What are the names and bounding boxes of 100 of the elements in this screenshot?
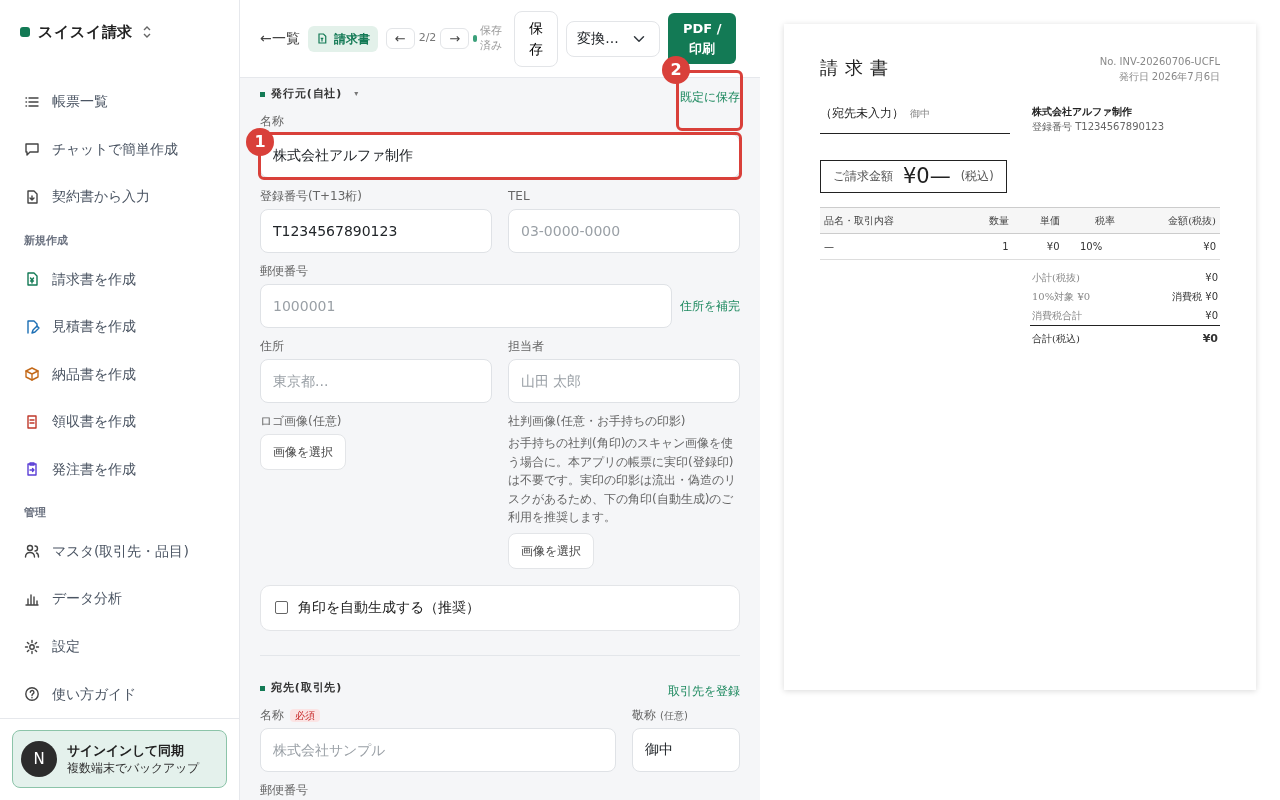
page-counter: 2/2 (418, 30, 437, 47)
section-action-link[interactable]: 取引先を登録 (668, 683, 740, 698)
previous-button[interactable]: ← (385, 27, 415, 50)
sign-in-card[interactable]: N サインインして同期 複数端末でバックアップ (12, 730, 227, 788)
contact-person-field[interactable]: 山田 太郎 (508, 359, 740, 403)
avatar: N (21, 741, 57, 777)
sidebar-item[interactable]: マスタ(取引先・品目) (0, 527, 239, 576)
summary-value: 消費税 ¥0 (1172, 290, 1218, 304)
help-text: お手持ちの社判(角印)のスキャン画像を使う場合に。本アプリの帳票に実印(登録印)は不要です。実印の印影は流出・偽造のリスクがあるため、下の角印(自動生成)のご利用を推奨します。 (508, 435, 737, 527)
invoice-number: No. INV-20260706-UCFL (1099, 55, 1220, 69)
field-label: 郵便番号 (260, 782, 308, 797)
next-button[interactable]: → (440, 27, 470, 50)
issuer-name: 株式会社アルファ制作 (1032, 105, 1133, 119)
choose-image-button[interactable]: 画像を選択 (508, 532, 594, 569)
section-heading: 新規作成 (23, 232, 69, 249)
section-heading: 管理 (23, 505, 47, 522)
chat-bubble-icon (24, 141, 40, 158)
field-label: 敬称 (632, 707, 656, 722)
column-header: 数量 (961, 207, 1013, 234)
field-label: 登録番号(T+13桁) (260, 189, 363, 203)
sidebar-item[interactable]: 納品書を作成 (0, 350, 239, 398)
summary-value: ¥0 (1205, 309, 1218, 323)
required-badge: 必須 (290, 708, 320, 722)
summary-label: 小計(税抜) (1032, 271, 1080, 285)
field-note: (任意) (660, 709, 688, 721)
section-title: 宛先(取引先) (271, 679, 343, 696)
column-header: 単価 (1012, 207, 1064, 234)
registration-number: 登録番号 T1234567890123 (1032, 120, 1164, 134)
receipt-icon (24, 413, 40, 430)
postal-code-field[interactable]: 1000001 (260, 284, 672, 328)
auto-seal-option[interactable]: 角印を自動生成する（推奨） (260, 584, 740, 631)
tax-note: (税込) (960, 167, 994, 185)
field-label: 住所 (260, 339, 284, 353)
document-title: 請求書 (820, 56, 896, 80)
save-button[interactable]: 保存 (514, 10, 559, 67)
recipient-name: （宛先未入力） (820, 106, 904, 120)
sign-in-subtitle: 複数端末でバックアップ (67, 760, 199, 778)
pdf-print-button[interactable]: PDF / 印刷 (668, 13, 737, 64)
summary-value: ¥0 (1202, 331, 1218, 347)
table-cell: ¥0 (1012, 233, 1064, 260)
checkbox-label: 角印を自動生成する（推奨） (298, 598, 480, 618)
sidebar-item[interactable]: 見積書を作成 (0, 302, 239, 351)
field-label: 郵便番号 (260, 264, 308, 278)
phone-field[interactable]: 03-0000-0000 (508, 209, 740, 253)
registration-number-field[interactable]: T1234567890123 (260, 209, 492, 253)
sidebar-item[interactable]: 設定 (0, 622, 239, 671)
field-label: 社判画像(任意・お手持ちの印影) (508, 414, 687, 429)
brand-name: スイスイ請求 (38, 21, 134, 43)
honorific: 御中 (910, 108, 930, 119)
table-cell: 1 (961, 233, 1013, 260)
summary-value: ¥0 (1205, 271, 1218, 285)
column-header: 金額(税抜) (1118, 207, 1220, 234)
summary-label: 合計(税込) (1032, 332, 1080, 346)
sign-in-title: サインインして同期 (67, 741, 185, 760)
field-label: TEL (508, 189, 530, 203)
document-type-badge: 請求書 (307, 25, 378, 52)
issue-date: 発行日 2026年7月6日 (1117, 70, 1220, 84)
amount-label: ご請求金額 (833, 167, 893, 185)
save-status: 保存済み (480, 24, 504, 53)
sidebar-item[interactable]: 請求書を作成 (0, 255, 239, 303)
choose-image-button[interactable]: 画像を選択 (260, 434, 346, 470)
sidebar-item[interactable]: 帳票一覧 (0, 78, 239, 126)
table-cell: 10% (1063, 233, 1119, 260)
summary-label: 消費税合計 (1032, 309, 1082, 323)
field-label: ロゴ画像(任意) (260, 414, 343, 429)
collapse-toggle[interactable]: ▾ (354, 88, 360, 101)
back-link[interactable]: ←一覧 (260, 28, 300, 49)
annotation-number: 1 (246, 128, 274, 156)
summary-label: 10%対象 ¥0 (1032, 290, 1091, 304)
section-title: 発行元(自社) (271, 86, 343, 102)
cube-icon (24, 366, 40, 383)
section-action-link[interactable]: 既定に保存 (680, 90, 740, 104)
honorific-field[interactable]: 御中 (632, 727, 740, 772)
address-field[interactable]: 東京都... (260, 359, 492, 403)
table-cell: — (820, 233, 962, 260)
sidebar-item[interactable]: 使い方ガイド (0, 670, 239, 718)
section-marker (260, 685, 265, 691)
document-download-icon (24, 188, 40, 205)
convert-dropdown[interactable]: 変換... (566, 20, 661, 57)
help-icon (24, 686, 40, 703)
sidebar-item[interactable]: 発注書を作成 (0, 445, 239, 494)
bar-chart-icon (24, 591, 40, 607)
settings-icon (24, 638, 40, 655)
address-lookup-link[interactable]: 住所を補完 (680, 297, 740, 315)
column-header: 品名・取引内容 (820, 207, 962, 234)
sidebar-item[interactable]: 契約書から入力 (0, 173, 239, 221)
field-label: 名称 (260, 707, 284, 722)
section-marker (260, 91, 265, 97)
field-label: 担当者 (508, 339, 544, 353)
field-label: 名称 (260, 114, 284, 128)
amount-value: ¥0— (903, 162, 951, 190)
sidebar-item[interactable]: 領収書を作成 (0, 397, 239, 446)
people-icon (24, 543, 40, 560)
table-cell: ¥0 (1118, 233, 1220, 260)
annotation-number: 2 (662, 56, 690, 84)
sidebar-item[interactable]: データ分析 (0, 575, 239, 623)
checkbox[interactable] (275, 601, 288, 615)
sidebar-item[interactable]: チャットで簡単作成 (0, 125, 239, 174)
client-name-field[interactable]: 株式会社サンプル (260, 727, 616, 772)
yen-document-icon (24, 271, 40, 287)
